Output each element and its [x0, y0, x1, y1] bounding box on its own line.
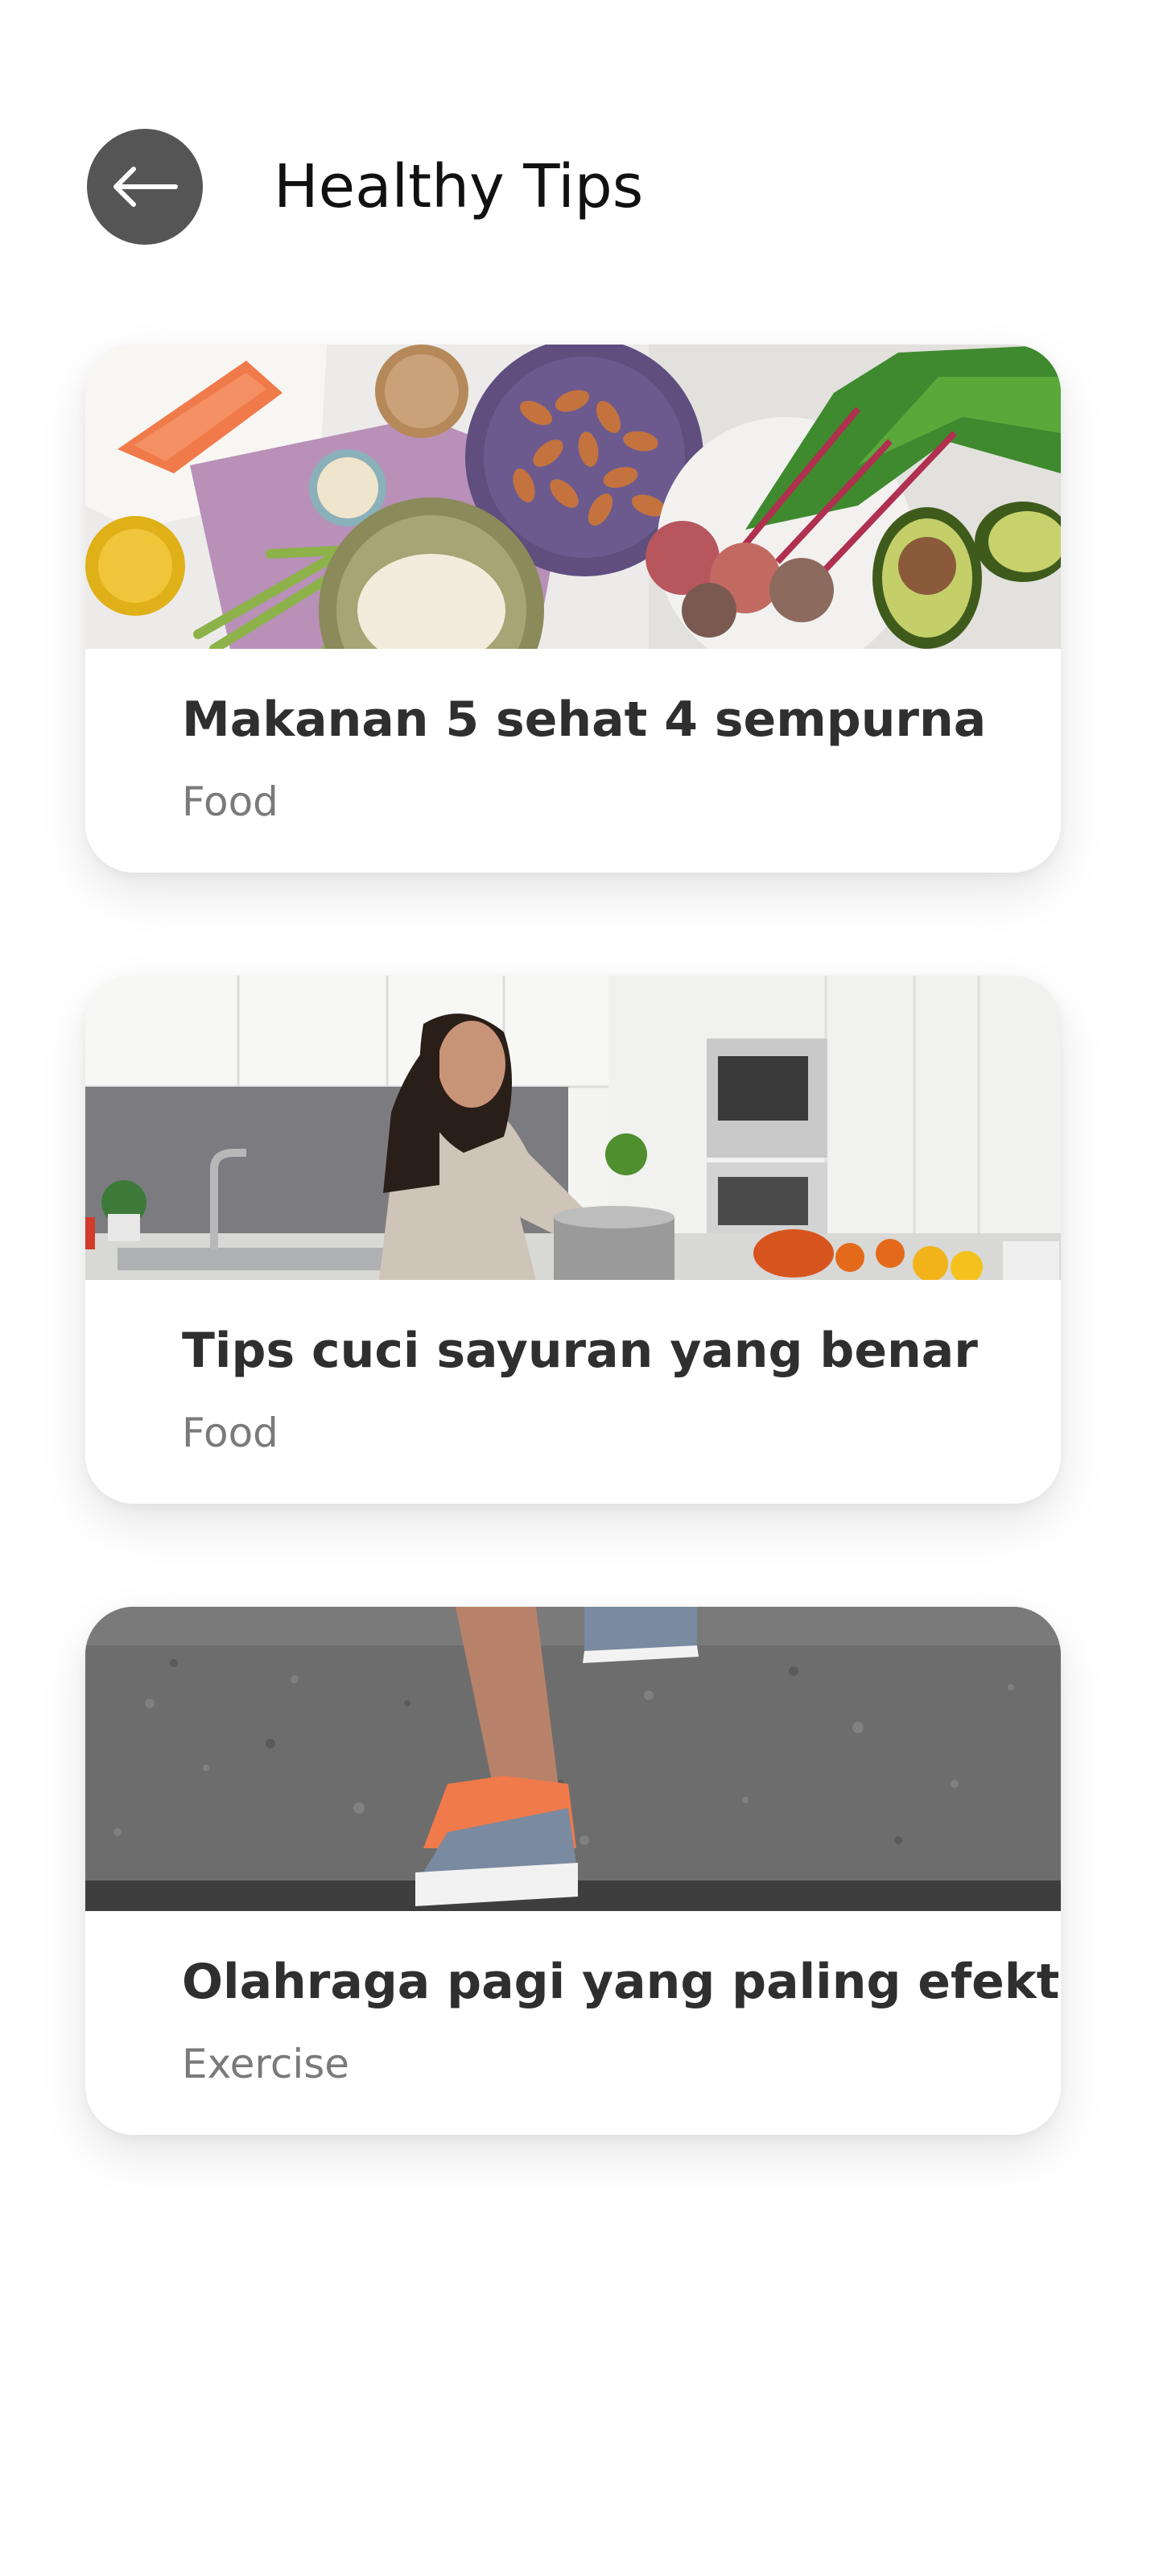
tip-category: Food [182, 1410, 278, 1456]
tip-title: Olahraga pagi yang paling efektif [182, 1954, 1061, 2010]
tip-card-body: Olahraga pagi yang paling efektif Exerci… [85, 1911, 1061, 2135]
tip-title: Makanan 5 sehat 4 sempurna [182, 691, 987, 748]
tip-category: Exercise [182, 2041, 350, 2087]
back-button[interactable] [87, 129, 203, 245]
tip-card-morning-exercise[interactable]: Olahraga pagi yang paling efektif Exerci… [85, 1607, 1061, 2135]
woman-washing-vegetables-kitchen-image [85, 976, 1061, 1280]
tip-category: Food [182, 778, 278, 825]
healthy-food-flatlay-image [85, 345, 1061, 649]
tip-card-body: Tips cuci sayuran yang benar Food [85, 1280, 1061, 1504]
tip-card-food-healthy[interactable]: Makanan 5 sehat 4 sempurna Food [85, 345, 1061, 873]
tip-title: Tips cuci sayuran yang benar [182, 1323, 978, 1379]
tip-card-wash-vegetables[interactable]: Tips cuci sayuran yang benar Food [85, 976, 1061, 1504]
tip-card-body: Makanan 5 sehat 4 sempurna Food [85, 649, 1061, 873]
tips-list: Makanan 5 sehat 4 sempurna Food Tips cuc… [85, 345, 1061, 2135]
page-title: Healthy Tips [274, 152, 644, 221]
app-header: Healthy Tips [0, 0, 1159, 322]
arrow-left-icon [113, 167, 178, 207]
running-shoes-on-stairs-image [85, 1607, 1061, 1911]
